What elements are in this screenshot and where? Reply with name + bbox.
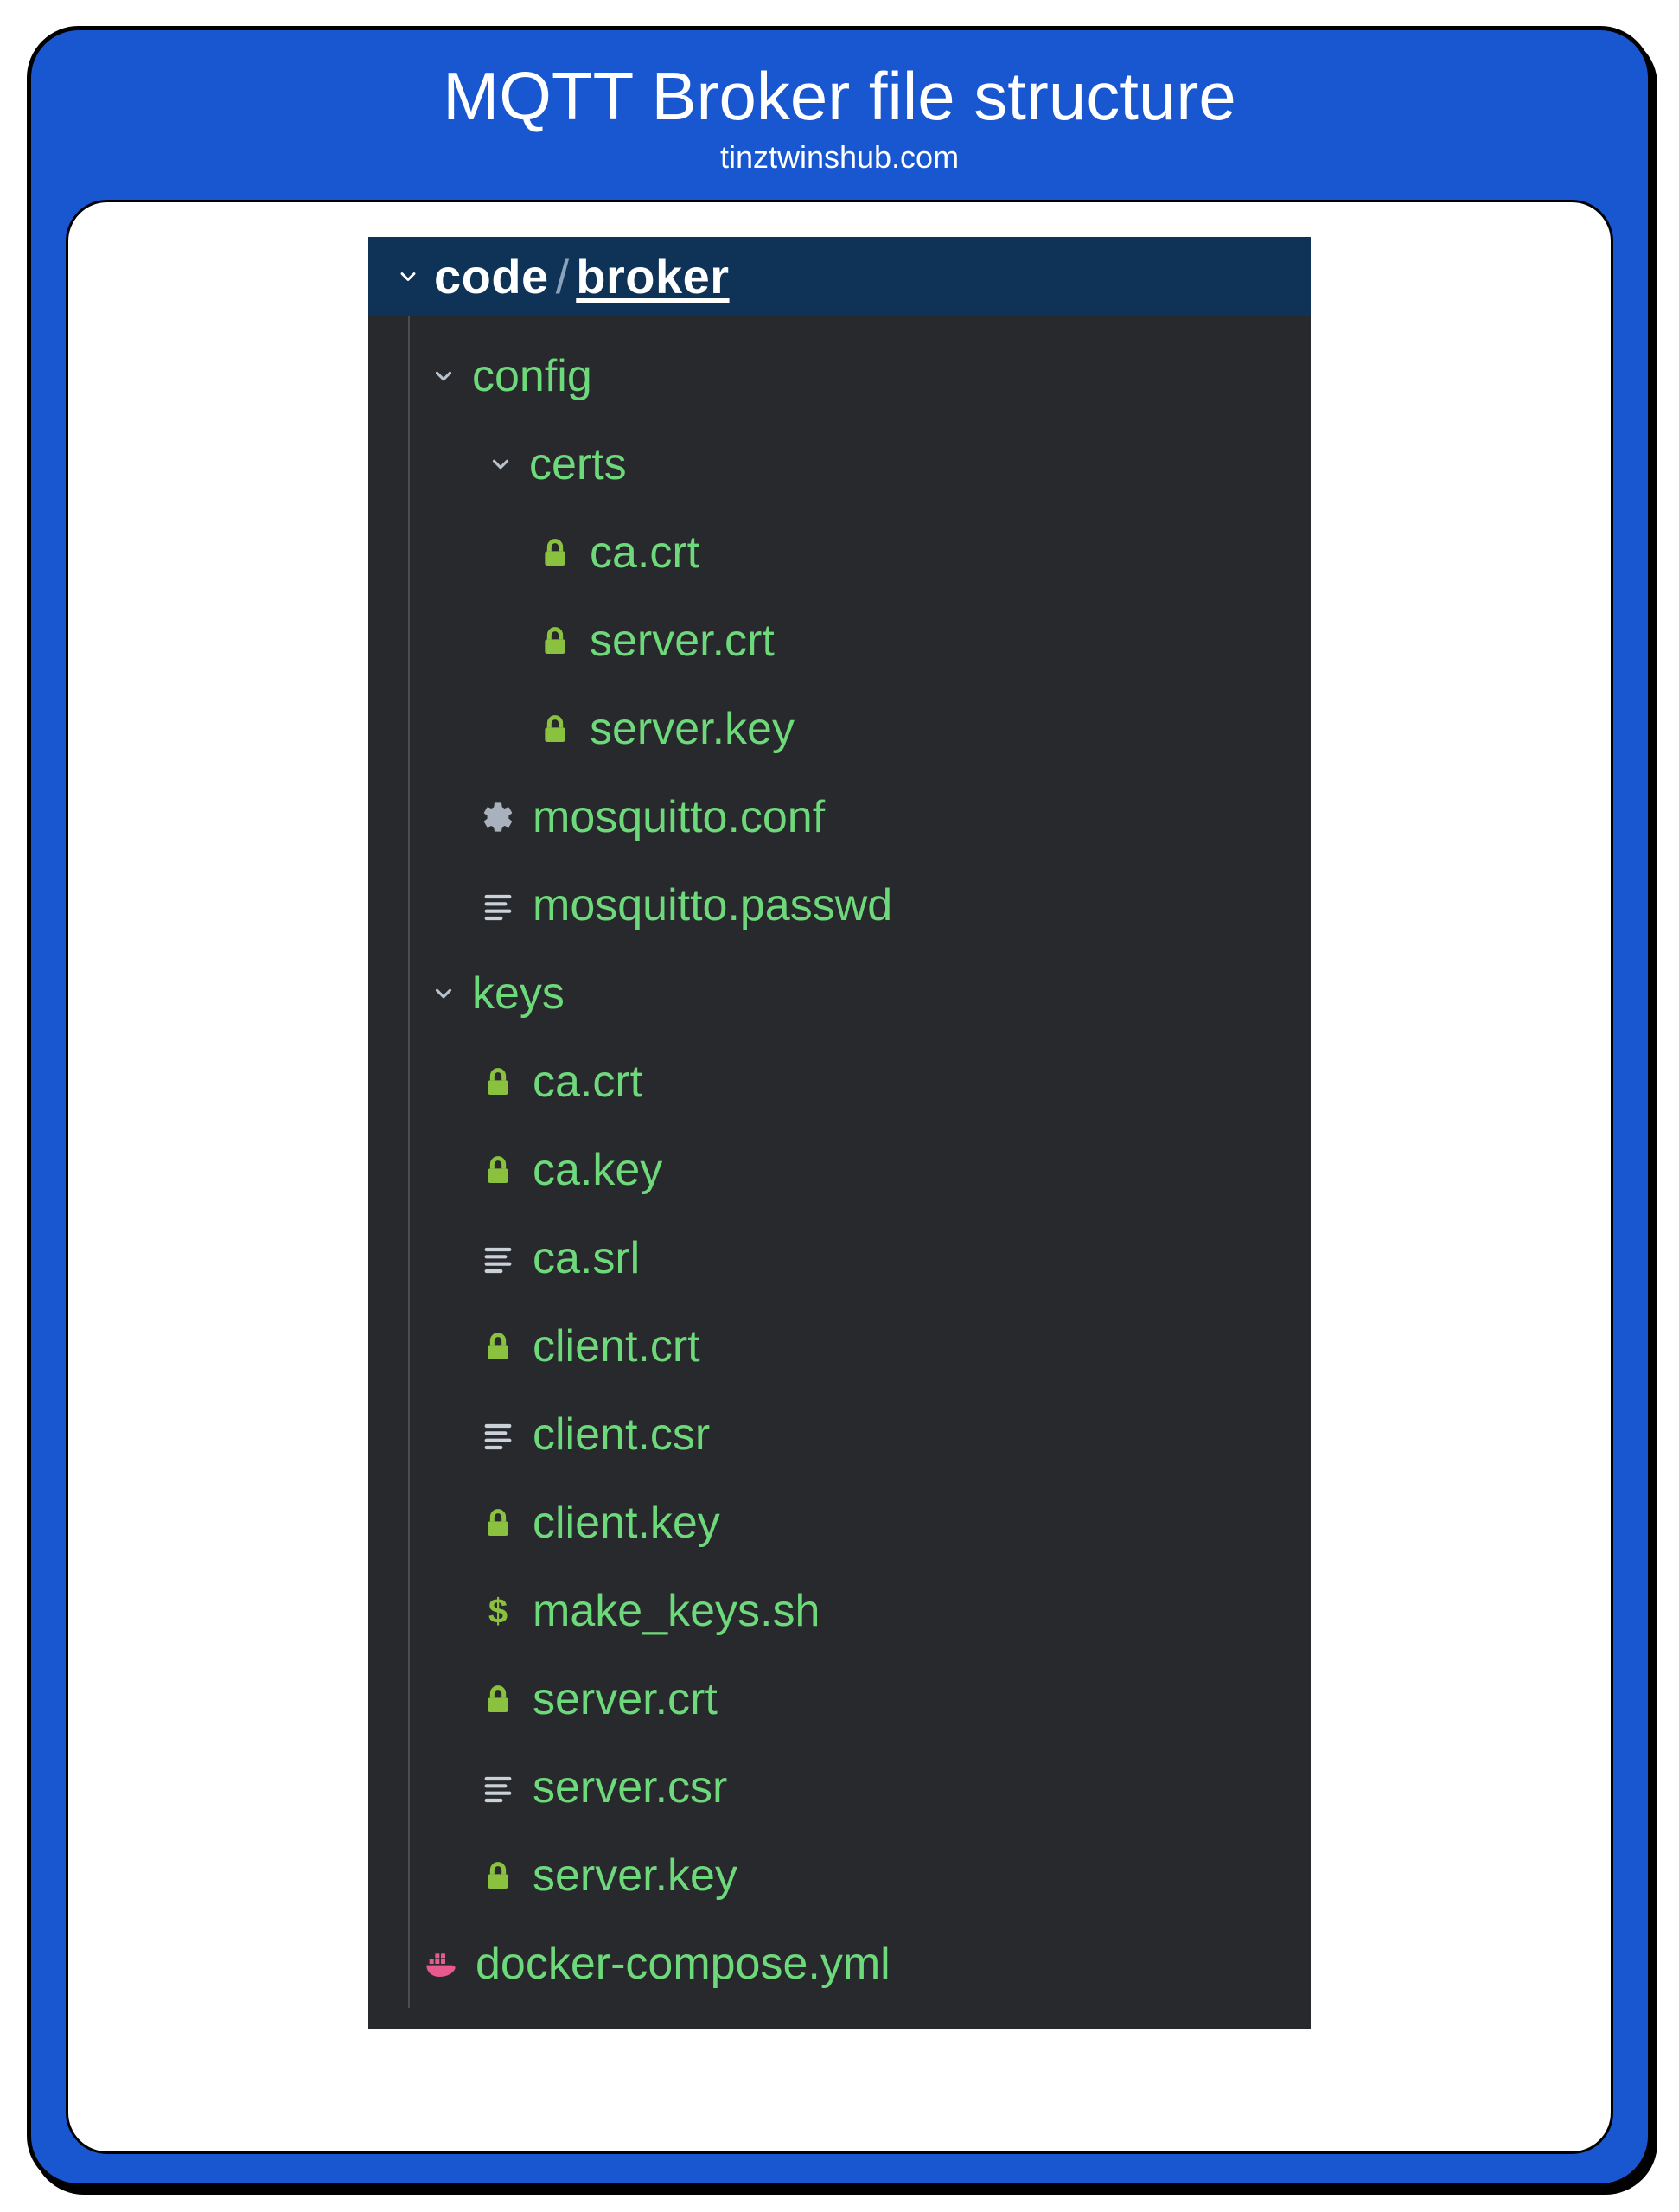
folder-keys[interactable]: keys <box>368 949 1311 1038</box>
file-docker-compose[interactable]: docker-compose.yml <box>368 1920 1311 2008</box>
file-explorer: code / broker config certs <box>368 237 1311 2029</box>
file-mosquitto-passwd[interactable]: mosquitto.passwd <box>368 861 1311 949</box>
folder-label: config <box>472 350 592 402</box>
text-lines-icon <box>481 1417 515 1452</box>
lock-icon <box>481 1506 515 1540</box>
file-ca-key[interactable]: ca.key <box>368 1126 1311 1214</box>
docker-whale-icon <box>424 1947 458 1981</box>
file-label: docker-compose.yml <box>476 1938 891 1990</box>
inner-panel: code / broker config certs <box>66 200 1613 2154</box>
chevron-down-icon <box>422 981 465 1007</box>
file-server-crt-2[interactable]: server.crt <box>368 1655 1311 1743</box>
text-lines-icon <box>481 888 515 923</box>
file-server-key-2[interactable]: server.key <box>368 1832 1311 1920</box>
frame-subtitle: tinztwinshub.com <box>66 139 1613 176</box>
file-label: client.csr <box>533 1409 710 1461</box>
file-label: ca.crt <box>590 527 699 579</box>
file-label: mosquitto.conf <box>533 791 825 843</box>
file-label: server.csr <box>533 1761 727 1813</box>
folder-label: keys <box>472 968 565 1020</box>
file-label: ca.srl <box>533 1232 640 1284</box>
file-label: client.key <box>533 1497 720 1549</box>
file-label: make_keys.sh <box>533 1585 820 1637</box>
folder-label: certs <box>529 438 627 490</box>
svg-text:$: $ <box>488 1594 508 1628</box>
text-lines-icon <box>481 1241 515 1275</box>
lock-icon <box>481 1682 515 1717</box>
lock-icon <box>538 623 572 658</box>
file-server-key[interactable]: server.key <box>368 685 1311 773</box>
lock-icon <box>481 1153 515 1187</box>
breadcrumb-root[interactable]: code <box>434 248 549 304</box>
outer-frame: MQTT Broker file structure tinztwinshub.… <box>27 26 1652 2188</box>
chevron-down-icon <box>393 261 424 292</box>
lock-icon <box>481 1858 515 1893</box>
file-label: mosquitto.passwd <box>533 879 892 931</box>
lock-icon <box>538 712 572 746</box>
breadcrumb-separator: / <box>556 248 570 304</box>
lock-icon <box>481 1329 515 1364</box>
file-mosquitto-conf[interactable]: mosquitto.conf <box>368 773 1311 861</box>
gear-icon <box>481 800 515 834</box>
lock-icon <box>538 535 572 570</box>
file-tree: config certs ca.crt <box>368 316 1311 2029</box>
file-ca-crt-2[interactable]: ca.crt <box>368 1038 1311 1126</box>
folder-config[interactable]: config <box>368 332 1311 420</box>
file-client-crt[interactable]: client.crt <box>368 1302 1311 1390</box>
frame-title: MQTT Broker file structure <box>66 60 1613 134</box>
file-label: server.crt <box>590 615 775 667</box>
file-label: server.key <box>590 703 795 755</box>
file-label: ca.key <box>533 1144 662 1196</box>
breadcrumb-current[interactable]: broker <box>576 248 729 304</box>
dollar-icon: $ <box>481 1594 515 1628</box>
chevron-down-icon <box>422 363 465 389</box>
lock-icon <box>481 1064 515 1099</box>
chevron-down-icon <box>479 451 522 477</box>
file-label: server.crt <box>533 1673 718 1725</box>
file-server-crt[interactable]: server.crt <box>368 597 1311 685</box>
file-label: server.key <box>533 1850 737 1902</box>
file-label: ca.crt <box>533 1056 642 1108</box>
file-make-keys-sh[interactable]: $ make_keys.sh <box>368 1567 1311 1655</box>
file-label: client.crt <box>533 1320 700 1372</box>
file-server-csr[interactable]: server.csr <box>368 1743 1311 1832</box>
file-ca-srl[interactable]: ca.srl <box>368 1214 1311 1302</box>
file-ca-crt[interactable]: ca.crt <box>368 508 1311 597</box>
text-lines-icon <box>481 1770 515 1805</box>
file-client-csr[interactable]: client.csr <box>368 1390 1311 1479</box>
breadcrumb[interactable]: code / broker <box>368 237 1311 316</box>
file-client-key[interactable]: client.key <box>368 1479 1311 1567</box>
folder-certs[interactable]: certs <box>368 420 1311 508</box>
